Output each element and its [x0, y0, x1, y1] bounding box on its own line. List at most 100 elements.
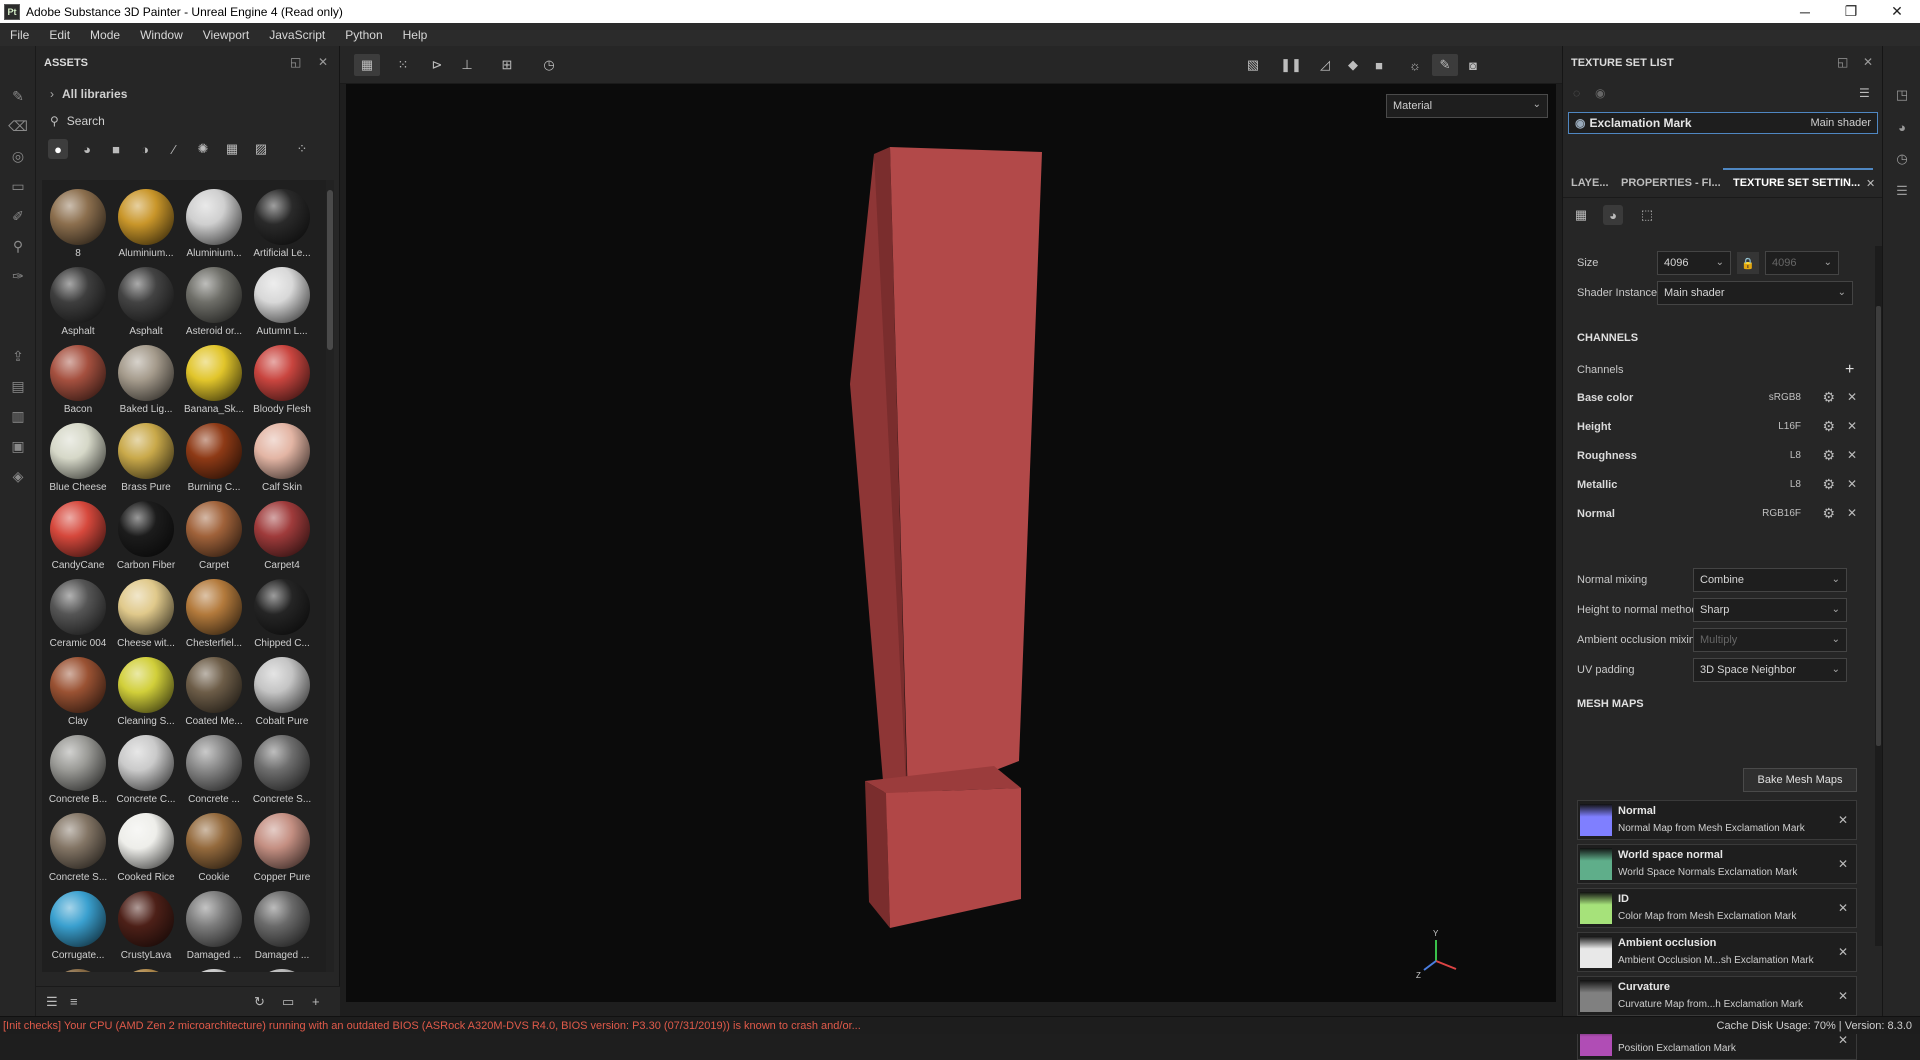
grid-options-icon[interactable]: ⁙ — [390, 54, 416, 76]
log-icon[interactable]: ☰ — [1893, 182, 1911, 200]
color-picker-icon[interactable]: ✑ — [8, 266, 28, 286]
channel-row[interactable]: Base color sRGB8 ⚙ ✕ — [1577, 388, 1859, 410]
mesh-map-item[interactable]: Ambient occlusion Ambient Occlusion M...s… — [1577, 932, 1857, 972]
mesh-map-thumbnail[interactable] — [1580, 892, 1612, 924]
close-window-button[interactable]: ✕ — [1874, 0, 1920, 23]
camera-icon[interactable]: ■ — [1366, 54, 1392, 76]
remove-mesh-map-icon[interactable]: ✕ — [1838, 901, 1848, 915]
texture-settings-icon[interactable]: ▦ — [1571, 205, 1591, 225]
height-to-normal-select[interactable]: Sharp ⌄ — [1693, 598, 1847, 622]
lock-icon[interactable]: 🔒 — [1737, 252, 1759, 274]
history-icon[interactable]: ◷ — [1893, 150, 1911, 168]
asset-tile[interactable]: Ceramic 004 — [44, 576, 110, 654]
add-channel-icon[interactable]: + — [1845, 361, 1854, 379]
smart-material-icon[interactable]: ◕ — [77, 139, 97, 159]
view-2d-icon[interactable]: ◿ — [1312, 54, 1338, 76]
remove-channel-icon[interactable]: ✕ — [1847, 448, 1857, 462]
maximize-button[interactable]: ❐ — [1828, 0, 1874, 23]
asset-tile[interactable]: Damaged ... — [180, 888, 246, 966]
shader-icon[interactable]: ◕ — [1603, 205, 1623, 225]
mesh-map-item[interactable]: ID Color Map from Mesh Exclamation Mark ✕ — [1577, 888, 1857, 928]
export-icon[interactable]: ⇪ — [8, 346, 28, 366]
hide-ui-icon[interactable]: ▧ — [1240, 54, 1266, 76]
texture-icon[interactable]: ▦ — [222, 139, 242, 159]
asset-tile[interactable]: Damaged ... — [248, 888, 314, 966]
asset-tile[interactable] — [180, 966, 246, 972]
shader-settings-icon[interactable]: ◕ — [1893, 118, 1911, 136]
asset-tile[interactable] — [44, 966, 110, 972]
menu-icon[interactable]: ☰ — [1859, 86, 1870, 100]
add-icon[interactable]: + — [312, 994, 320, 1009]
asset-tile[interactable]: Cleaning S... — [112, 654, 178, 732]
asset-tile[interactable]: Corrugate... — [44, 888, 110, 966]
paint-mode-icon[interactable]: ✎ — [1432, 54, 1458, 76]
tab-layers[interactable]: LAYE... — [1571, 177, 1609, 189]
channel-row[interactable]: Normal RGB16F ⚙ ✕ — [1577, 504, 1859, 526]
frame-icon[interactable]: ⊞ — [494, 54, 520, 76]
tab-texture-set-settings[interactable]: TEXTURE SET SETTIN... — [1733, 177, 1860, 189]
gear-icon[interactable]: ⚙ — [1822, 476, 1835, 493]
grid-view-icon[interactable]: ▦ — [354, 54, 380, 76]
list-view-icon[interactable]: ☰ — [46, 994, 58, 1010]
menu-viewport[interactable]: Viewport — [193, 28, 259, 42]
generator-icon[interactable]: ◑ — [135, 139, 155, 159]
asset-tile[interactable]: Calf Skin — [248, 420, 314, 498]
asset-tile[interactable]: Artificial Le... — [248, 186, 314, 264]
mesh-map-thumbnail[interactable] — [1580, 936, 1612, 968]
asset-tile[interactable]: Aluminium... — [180, 186, 246, 264]
mesh-map-thumbnail[interactable] — [1580, 980, 1612, 1012]
visibility-off-icon[interactable]: ◌ — [1573, 86, 1580, 100]
search-input[interactable]: ⚲ Search — [36, 108, 339, 134]
asset-tile[interactable] — [112, 966, 178, 972]
asset-tile[interactable]: Chesterfiel... — [180, 576, 246, 654]
asset-tile[interactable]: Blue Cheese — [44, 420, 110, 498]
channel-format[interactable]: L8 — [1790, 450, 1801, 461]
projection-icon[interactable]: ◎ — [8, 146, 28, 166]
view-3d-icon[interactable]: ◆ — [1340, 54, 1366, 76]
texture-set-list-icon[interactable]: ◳ — [1893, 86, 1911, 104]
menu-python[interactable]: Python — [335, 28, 392, 42]
menu-edit[interactable]: Edit — [39, 28, 80, 42]
asset-tile[interactable]: Banana_Sk... — [180, 342, 246, 420]
remove-mesh-map-icon[interactable]: ✕ — [1838, 1033, 1848, 1047]
pause-icon[interactable]: ❚❚ — [1278, 54, 1304, 76]
uv-padding-select[interactable]: 3D Space Neighbor ⌄ — [1693, 658, 1847, 682]
normal-mixing-select[interactable]: Combine ⌄ — [1693, 568, 1847, 592]
smudge-icon[interactable]: ✐ — [8, 206, 28, 226]
tool5-icon[interactable]: ◈ — [8, 466, 28, 486]
tab-properties[interactable]: PROPERTIES - FI... — [1621, 177, 1721, 189]
mesh-map-thumbnail[interactable] — [1580, 848, 1612, 880]
channel-row[interactable]: Metallic L8 ⚙ ✕ — [1577, 475, 1859, 497]
environment-icon[interactable]: ▨ — [251, 139, 271, 159]
gear-icon[interactable]: ⚙ — [1822, 447, 1835, 464]
tool3-icon[interactable]: ▥ — [8, 406, 28, 426]
asset-tile[interactable]: Brass Pure — [112, 420, 178, 498]
window-icon[interactable]: ▭ — [282, 994, 294, 1010]
library-breadcrumb[interactable]: › All libraries — [36, 80, 339, 108]
asset-tile[interactable]: Clay — [44, 654, 110, 732]
asset-tile[interactable]: Bacon — [44, 342, 110, 420]
clone-icon[interactable]: ⚲ — [8, 236, 28, 256]
symmetry-icon[interactable]: ⊳ — [424, 54, 450, 76]
asset-tile[interactable]: Bloody Flesh — [248, 342, 314, 420]
gear-icon[interactable]: ⚙ — [1822, 389, 1835, 406]
asset-tile[interactable]: Concrete ... — [180, 732, 246, 810]
screenshot-icon[interactable]: ◙ — [1460, 54, 1486, 76]
asset-tile[interactable]: Concrete C... — [112, 732, 178, 810]
gear-icon[interactable]: ⚙ — [1822, 505, 1835, 522]
asset-tile[interactable]: Baked Lig... — [112, 342, 178, 420]
channel-format[interactable]: sRGB8 — [1769, 392, 1801, 403]
asset-tile[interactable]: Carpet — [180, 498, 246, 576]
asset-tile[interactable]: CandyCane — [44, 498, 110, 576]
align-icon[interactable]: ⊥ — [454, 54, 480, 76]
channel-format[interactable]: RGB16F — [1762, 508, 1801, 519]
settings-scrollbar[interactable] — [1875, 246, 1882, 946]
menu-file[interactable]: File — [0, 28, 39, 42]
channel-format[interactable]: L8 — [1790, 479, 1801, 490]
asset-tile[interactable]: Copper Pure — [248, 810, 314, 888]
asset-tile[interactable]: Cobalt Pure — [248, 654, 314, 732]
bake-icon[interactable]: ▤ — [8, 376, 28, 396]
mesh-map-item[interactable]: Curvature Curvature Map from...h Exclamat… — [1577, 976, 1857, 1016]
remove-channel-icon[interactable]: ✕ — [1847, 390, 1857, 404]
asset-tile[interactable]: Cheese wit... — [112, 576, 178, 654]
